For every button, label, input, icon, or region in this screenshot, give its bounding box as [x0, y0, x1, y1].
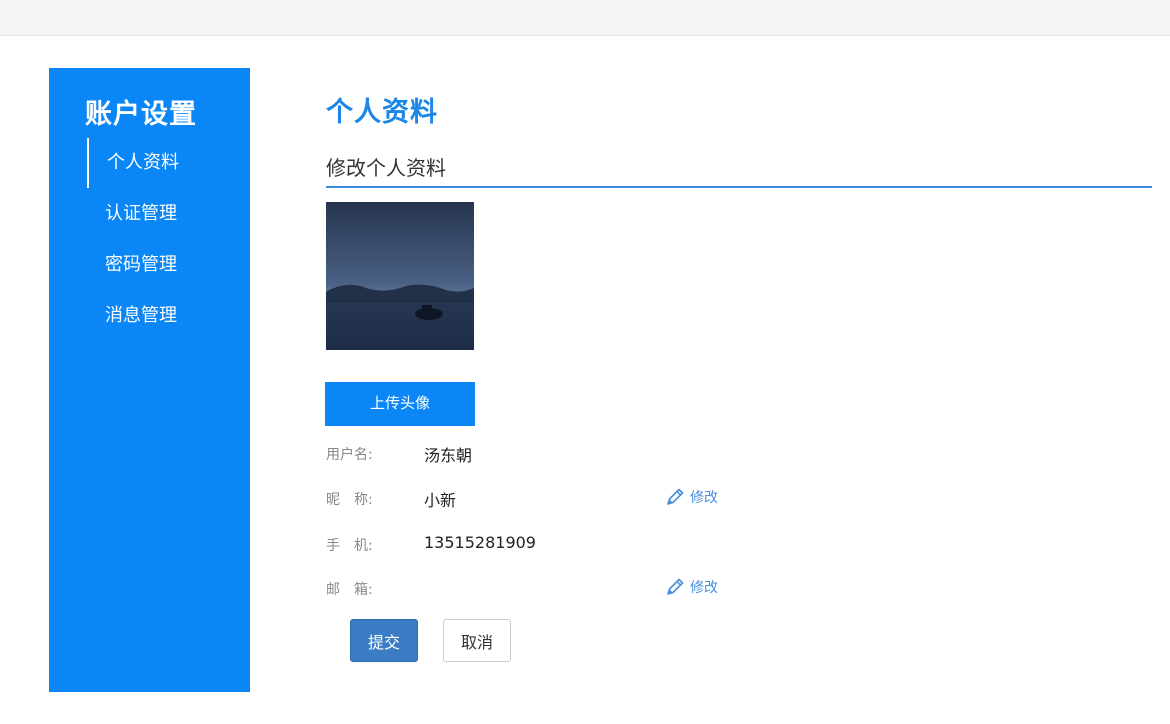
- sidebar-item-messages[interactable]: 消息管理: [87, 291, 247, 341]
- sidebar-item-password[interactable]: 密码管理: [87, 240, 247, 290]
- edit-label: 修改: [690, 490, 718, 506]
- sidebar-title: 账户设置: [85, 99, 197, 130]
- sidebar-item-label: 个人资料: [107, 152, 179, 173]
- sidebar-item-profile[interactable]: 个人资料: [87, 138, 247, 188]
- edit-email-link[interactable]: 修改: [664, 576, 718, 598]
- avatar-image: [326, 202, 474, 350]
- sidebar: 账户设置 个人资料 认证管理 密码管理 消息管理: [49, 68, 250, 692]
- sidebar-item-label: 密码管理: [105, 254, 177, 275]
- page-title: 个人资料: [326, 97, 438, 128]
- edit-label: 修改: [690, 580, 718, 596]
- pencil-icon: [664, 486, 686, 508]
- username-value: 汤东朝: [424, 446, 473, 465]
- section-title: 修改个人资料: [326, 156, 446, 180]
- pencil-icon: [664, 576, 686, 598]
- upload-avatar-button[interactable]: 上传头像: [325, 382, 475, 426]
- edit-nickname-link[interactable]: 修改: [664, 486, 718, 508]
- submit-button[interactable]: 提交: [350, 619, 418, 662]
- cancel-button[interactable]: 取消: [443, 619, 511, 662]
- sidebar-item-verification[interactable]: 认证管理: [87, 189, 247, 239]
- sidebar-item-label: 消息管理: [105, 305, 177, 326]
- nickname-value: 小新: [424, 491, 457, 510]
- section-divider: [326, 186, 1152, 188]
- sidebar-item-label: 认证管理: [105, 203, 177, 224]
- phone-label: 手 机:: [326, 538, 373, 554]
- username-label: 用户名:: [326, 447, 373, 463]
- phone-value: 13515281909: [424, 533, 536, 552]
- nickname-label: 昵 称:: [326, 492, 373, 508]
- email-label: 邮 箱:: [326, 582, 373, 598]
- top-bar: [0, 0, 1170, 36]
